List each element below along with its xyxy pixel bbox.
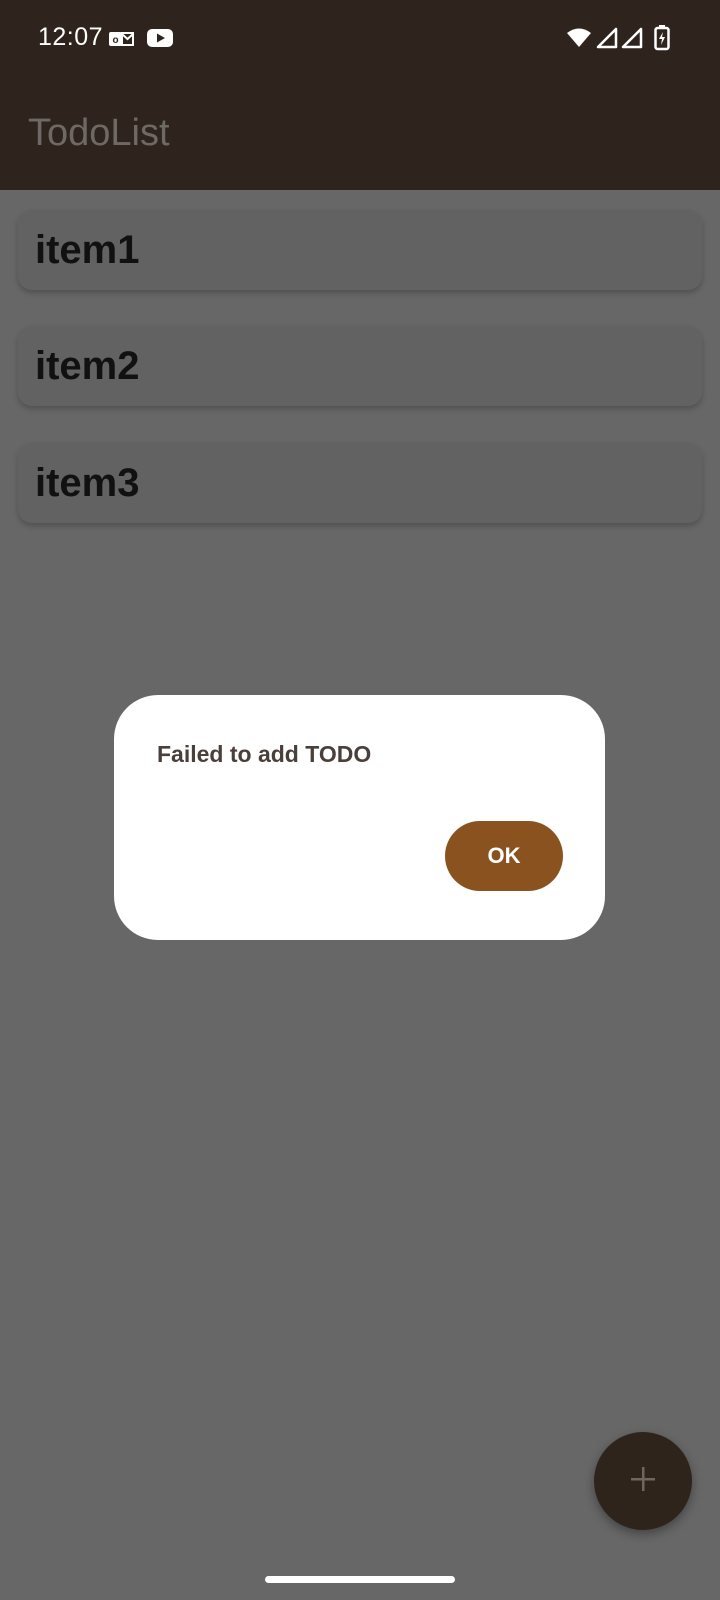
outlook-icon: o [108, 28, 134, 55]
add-todo-button[interactable] [594, 1432, 692, 1530]
app-title: TodoList [28, 112, 170, 154]
todo-item[interactable]: item1 [18, 210, 702, 290]
dialog-message: Failed to add TODO [157, 741, 372, 767]
error-dialog: Failed to add TODO OK [114, 695, 605, 940]
todo-item[interactable]: item2 [18, 326, 702, 406]
battery-charging-icon [654, 25, 670, 56]
todo-item-label: item1 [35, 228, 140, 272]
plus-icon [628, 1464, 658, 1499]
svg-text:o: o [112, 35, 118, 46]
todo-item[interactable]: item3 [18, 443, 702, 523]
status-time: 12:07 [38, 23, 104, 51]
signal-icon [621, 27, 643, 54]
todo-item-label: item2 [35, 344, 140, 388]
todo-item-label: item3 [35, 461, 140, 505]
home-gesture-handle[interactable] [265, 1576, 455, 1583]
youtube-icon [146, 27, 174, 54]
signal-icon [596, 27, 618, 54]
screen: 12:07 o TodoList item1 item2 item3 Faile… [0, 0, 720, 1600]
top-app-bar: 12:07 o TodoList [0, 0, 720, 190]
ok-button[interactable]: OK [445, 821, 563, 891]
wifi-icon [566, 27, 592, 54]
